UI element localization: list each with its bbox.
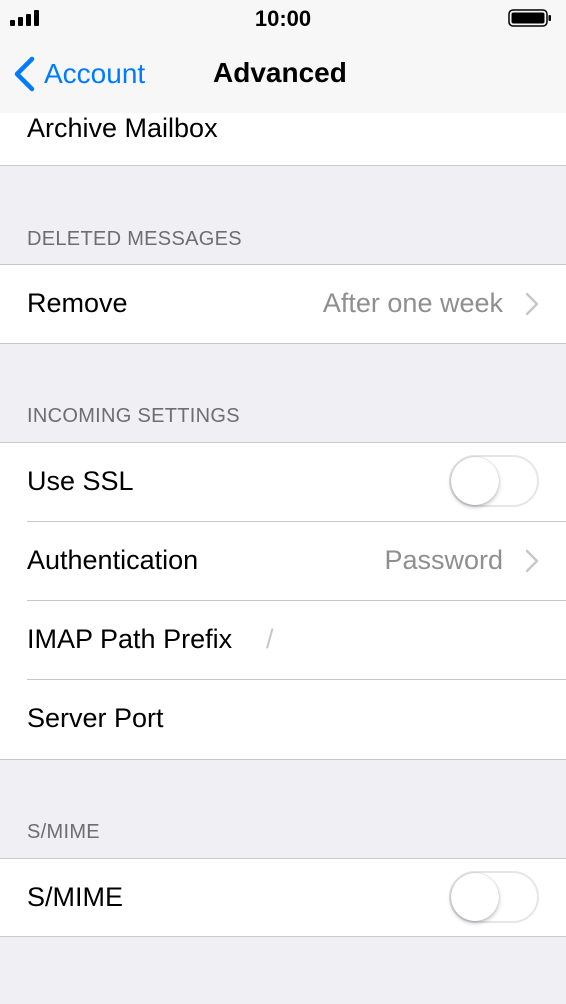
divider xyxy=(0,343,566,344)
remove-row[interactable]: Remove After one week xyxy=(0,265,566,343)
archive-mailbox-label: Archive Mailbox xyxy=(27,113,218,143)
use-ssl-toggle[interactable] xyxy=(449,455,539,507)
section-header-incoming-settings: INCOMING SETTINGS xyxy=(27,405,240,427)
battery-icon xyxy=(508,9,551,27)
imap-path-prefix-label: IMAP Path Prefix xyxy=(27,624,233,654)
imap-path-prefix-input[interactable]: / xyxy=(266,624,274,655)
server-port-label: Server Port xyxy=(27,703,164,733)
divider xyxy=(0,759,566,760)
screen: 10:00 Account Advanced Archive Mailbox D… xyxy=(0,0,566,1004)
back-button-label: Account xyxy=(44,58,146,89)
status-time: 10:00 xyxy=(254,6,312,31)
section-header-deleted-messages: DELETED MESSAGES xyxy=(27,228,242,250)
remove-value: After one week xyxy=(322,288,503,318)
server-port-row[interactable]: Server Port xyxy=(0,680,566,759)
toggle-knob xyxy=(451,457,499,505)
smime-label: S/MIME xyxy=(27,882,124,912)
incoming-settings-group: Use SSL Authentication Password IMAP Pat… xyxy=(0,443,566,759)
authentication-value: Password xyxy=(384,545,503,575)
authentication-label: Authentication xyxy=(27,545,199,575)
status-bar: 10:00 xyxy=(0,0,566,36)
chevron-right-icon xyxy=(525,549,539,573)
back-button[interactable]: Account xyxy=(12,54,145,94)
smime-row: S/MIME xyxy=(0,859,566,936)
authentication-row[interactable]: Authentication Password xyxy=(0,522,566,600)
imap-path-prefix-row[interactable]: IMAP Path Prefix / xyxy=(0,601,566,679)
divider xyxy=(0,936,566,937)
divider xyxy=(0,165,566,166)
toggle-knob xyxy=(451,873,499,921)
navigation-bar: Account Advanced xyxy=(0,36,566,114)
smime-toggle[interactable] xyxy=(449,871,539,923)
section-header-smime: S/MIME xyxy=(27,821,100,843)
archive-mailbox-row[interactable]: Archive Mailbox xyxy=(0,113,566,165)
chevron-left-icon xyxy=(14,56,35,92)
use-ssl-label: Use SSL xyxy=(27,466,134,496)
page-title: Advanced xyxy=(213,57,347,88)
chevron-right-icon xyxy=(525,292,539,316)
remove-label: Remove xyxy=(27,288,128,318)
